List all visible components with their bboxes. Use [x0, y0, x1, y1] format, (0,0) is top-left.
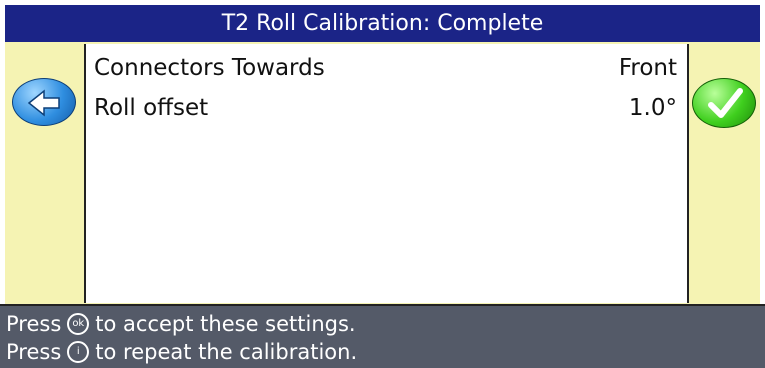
setting-value: Front	[618, 55, 677, 81]
checkmark-icon	[708, 88, 743, 118]
accept-button[interactable]	[692, 78, 756, 128]
info-button-icon: i	[67, 340, 90, 363]
settings-panel: Connectors Towards Front Roll offset 1.0…	[84, 44, 689, 303]
footer-text: Press	[6, 340, 62, 364]
instruction-footer: Press ok to accept these settings. Press i t…	[0, 304, 765, 368]
footer-text: to repeat the calibration.	[95, 340, 358, 364]
footer-text: Press	[6, 312, 62, 336]
back-arrow-icon	[27, 89, 60, 117]
setting-label: Roll offset	[94, 95, 209, 121]
footer-line-accept: Press ok to accept these settings.	[6, 310, 356, 338]
setting-row-connectors-towards: Connectors Towards Front	[94, 48, 677, 88]
back-button[interactable]	[12, 78, 76, 126]
footer-text: to accept these settings.	[95, 312, 356, 336]
window-title: T2 Roll Calibration: Complete	[5, 5, 760, 42]
setting-row-roll-offset: Roll offset 1.0°	[94, 88, 677, 128]
setting-label: Connectors Towards	[94, 55, 325, 81]
setting-value: 1.0°	[628, 95, 677, 121]
ok-button-icon: ok	[67, 312, 90, 335]
footer-line-repeat: Press i to repeat the calibration.	[6, 338, 357, 366]
